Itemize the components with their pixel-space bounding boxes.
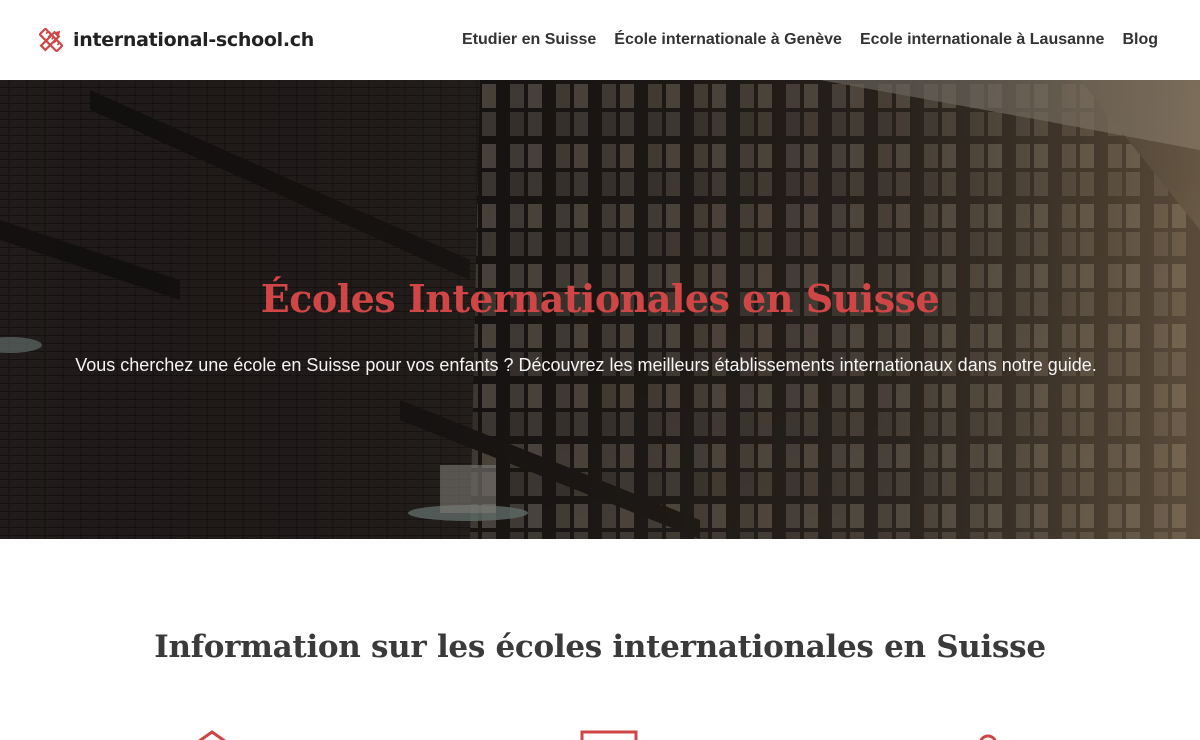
hero-subtitle: Vous cherchez une école en Suisse pour v… (75, 355, 1097, 375)
hero-title: Écoles Internationales en Suisse (260, 276, 940, 321)
site-header: international-school.ch Etudier en Suiss… (0, 0, 1200, 80)
pencil-ruler-icon (39, 28, 63, 52)
nav-link-ecole-geneve[interactable]: École internationale à Genève (614, 31, 842, 49)
section-title: Information sur les écoles international… (154, 629, 1046, 665)
house-icon (198, 730, 226, 740)
logo-text: international-school.ch (73, 29, 314, 51)
main-nav: Etudier en Suisse École internationale à… (462, 31, 1158, 49)
document-icon (580, 730, 638, 740)
location-pin-icon (979, 734, 997, 740)
site-logo[interactable]: international-school.ch (35, 24, 314, 56)
nav-link-etudier-en-suisse[interactable]: Etudier en Suisse (462, 31, 596, 49)
nav-link-ecole-lausanne[interactable]: Ecole internationale à Lausanne (860, 31, 1105, 49)
hero-banner: Écoles Internationales en Suisse Vous ch… (0, 80, 1200, 539)
nav-link-blog[interactable]: Blog (1122, 31, 1158, 49)
